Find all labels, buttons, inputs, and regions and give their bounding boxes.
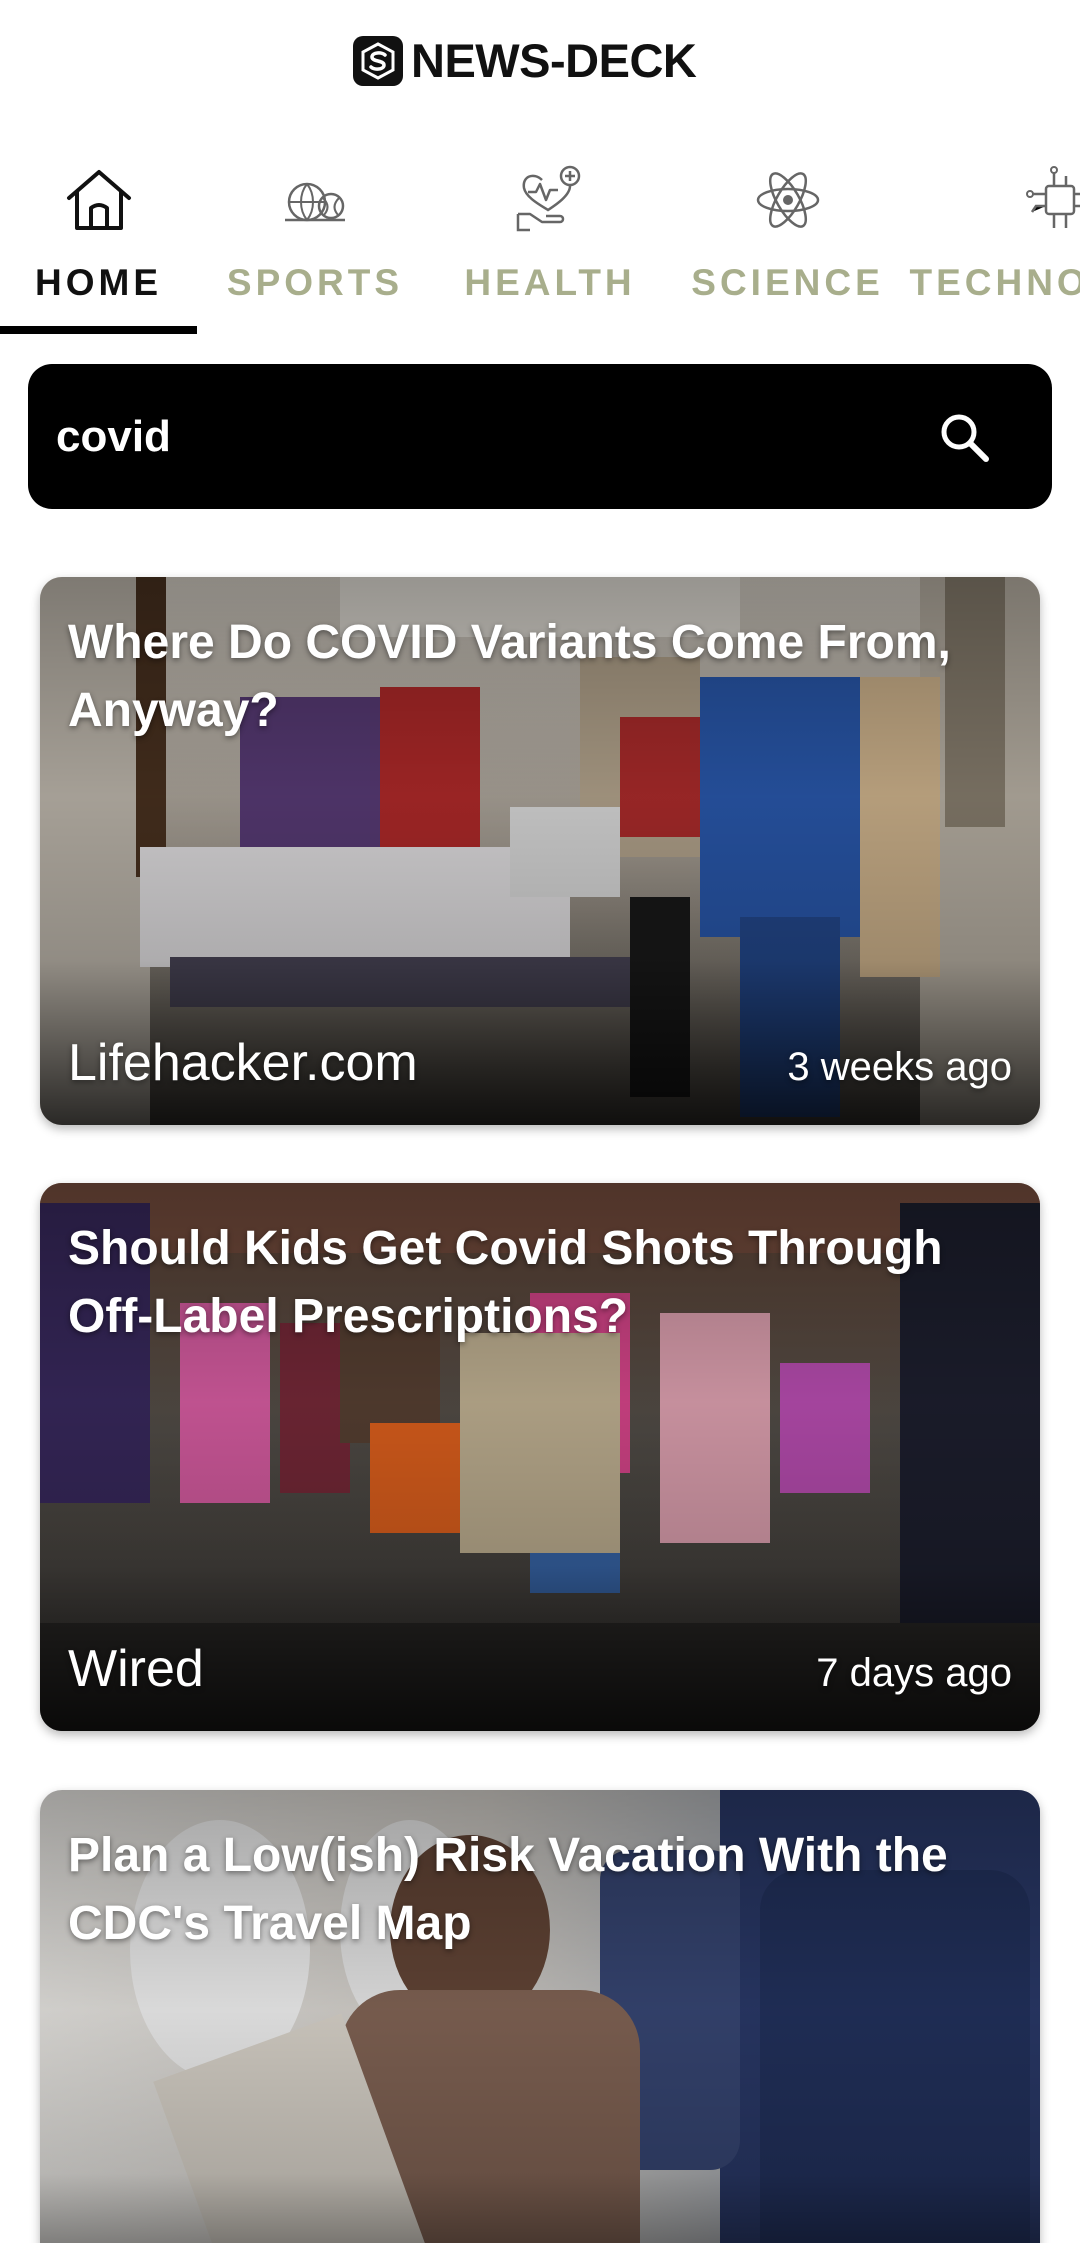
- article-title: Should Kids Get Covid Shots Through Off-…: [68, 1222, 943, 1343]
- health-hand-heart-icon: [516, 165, 581, 232]
- news-deck-app: NEWS-DECK HOME SPORTS HEALTH SCIENCE TEC…: [0, 0, 1080, 2243]
- active-tab-indicator: [0, 326, 197, 334]
- article-title: Where Do COVID Variants Come From, Anywa…: [68, 616, 951, 737]
- atom-icon: [756, 172, 819, 228]
- article-card[interactable]: Should Kids Get Covid Shots Through Off-…: [40, 1183, 1040, 1731]
- tab-label: SPORTS: [226, 262, 404, 303]
- article-source: Lifehacker.com: [68, 1034, 418, 1092]
- tab-sports[interactable]: SPORTS: [225, 150, 405, 336]
- tab-label: SCIENCE: [691, 262, 884, 303]
- article-card[interactable]: Plan a Low(ish) Risk Vacation With the C…: [40, 1790, 1040, 2243]
- article-title: Plan a Low(ish) Risk Vacation With the C…: [68, 1829, 948, 1950]
- tab-label: TECHNOLOGY: [909, 262, 1080, 303]
- tab-label: HEALTH: [464, 262, 636, 303]
- tab-science[interactable]: SCIENCE: [691, 150, 880, 336]
- article-card[interactable]: Where Do COVID Variants Come From, Anywa…: [40, 577, 1040, 1125]
- article-time: 7 days ago: [816, 1651, 1012, 1695]
- brand: NEWS-DECK: [353, 34, 697, 88]
- app-title: NEWS-DECK: [411, 34, 697, 87]
- search-bar[interactable]: covid: [28, 364, 1052, 509]
- app-header: NEWS-DECK: [0, 0, 1080, 122]
- category-tabs: HOME SPORTS HEALTH SCIENCE TECHNO: [0, 150, 1080, 340]
- home-icon: [66, 170, 131, 230]
- tab-label: HOME: [35, 262, 162, 303]
- search-input[interactable]: covid: [56, 364, 171, 509]
- article-source: Wired: [68, 1640, 204, 1698]
- tab-health[interactable]: HEALTH: [460, 150, 640, 336]
- circuit-chip-icon: [1026, 166, 1080, 228]
- tab-home[interactable]: HOME: [0, 150, 197, 336]
- tab-technology[interactable]: TECHNOLOGY: [909, 150, 1080, 336]
- search-icon[interactable]: [938, 411, 992, 465]
- article-time: 3 weeks ago: [787, 1045, 1012, 1089]
- app-logo-icon: [353, 36, 403, 86]
- sports-balls-icon: [285, 182, 345, 222]
